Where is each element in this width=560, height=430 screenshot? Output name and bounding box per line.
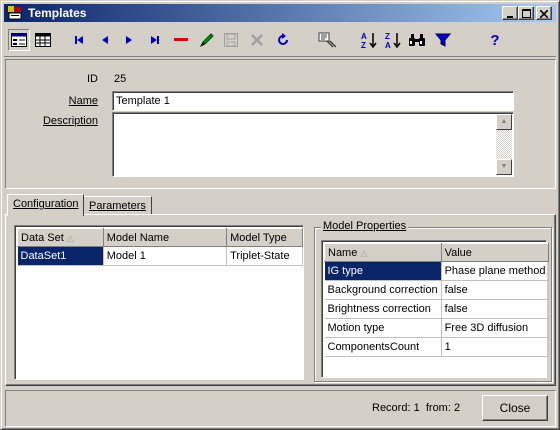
delete-record-icon[interactable] xyxy=(170,29,192,51)
grid-view-icon[interactable] xyxy=(32,29,54,51)
filter-edit-icon[interactable] xyxy=(316,29,338,51)
properties-header-row: Name △ Value xyxy=(324,243,550,262)
model-properties-title: Model Properties xyxy=(321,220,409,232)
properties-grid[interactable]: Name △ Value IG type Phase plane method B… xyxy=(321,240,550,378)
id-label: ID xyxy=(87,73,98,85)
configuration-panel: Data Set △ Model Name Model Type DataSet1… xyxy=(5,214,556,386)
column-header-value[interactable]: Value xyxy=(440,243,550,262)
filter-funnel-icon[interactable] xyxy=(432,29,454,51)
column-header-model-name[interactable]: Model Name xyxy=(102,228,228,247)
tab-parameters[interactable]: Parameters xyxy=(83,196,152,214)
table-cell[interactable]: IG type xyxy=(324,261,442,281)
table-cell[interactable]: DataSet1 xyxy=(17,246,104,266)
description-label: Description xyxy=(42,115,98,127)
minimize-button[interactable] xyxy=(502,6,518,20)
scroll-up-icon[interactable]: ▲ xyxy=(496,114,512,130)
record-label: Record: xyxy=(372,402,411,414)
scroll-down-icon[interactable]: ▼ xyxy=(496,159,512,175)
svg-text:Z: Z xyxy=(361,41,366,49)
tab-configuration[interactable]: Configuration xyxy=(7,194,85,216)
column-header-name[interactable]: Name △ xyxy=(324,243,442,262)
table-row[interactable]: DataSet1 Model 1 Triplet-State xyxy=(17,246,303,266)
table-cell[interactable]: Background correction xyxy=(324,280,442,300)
edit-pencil-icon[interactable] xyxy=(196,29,218,51)
description-field[interactable]: ▲ ▼ xyxy=(112,112,514,177)
table-row[interactable]: Background correction false xyxy=(324,280,550,300)
first-record-icon[interactable] xyxy=(68,29,90,51)
table-cell[interactable]: Model 1 xyxy=(103,246,228,266)
name-field[interactable] xyxy=(112,91,514,111)
table-cell[interactable]: false xyxy=(441,280,550,300)
datasets-table: Data Set △ Model Name Model Type DataSet1… xyxy=(17,228,303,266)
table-row[interactable]: ComponentsCount 1 xyxy=(324,337,550,357)
properties-table: Name △ Value IG type Phase plane method B… xyxy=(324,243,550,357)
table-cell[interactable]: false xyxy=(441,299,550,319)
name-label: Name xyxy=(68,95,98,107)
table-row[interactable]: IG type Phase plane method xyxy=(324,261,550,281)
from-value: 2 xyxy=(453,402,461,414)
last-record-icon[interactable] xyxy=(144,29,166,51)
table-row[interactable]: Motion type Free 3D diffusion xyxy=(324,318,550,338)
model-properties-group: Model Properties Name △ Value IG type Pha… xyxy=(314,220,552,382)
table-cell[interactable]: Phase plane method xyxy=(441,261,550,281)
title-bar[interactable]: Templates xyxy=(4,4,556,22)
table-cell[interactable]: Triplet-State xyxy=(226,246,303,266)
close-button[interactable]: Close xyxy=(482,395,548,421)
record-form: ID 25 Name Description ▲ ▼ xyxy=(5,59,556,189)
close-window-button[interactable] xyxy=(536,6,552,20)
find-binoculars-icon[interactable] xyxy=(406,29,428,51)
templates-window: Templates A Z Z A ? ID 25 Name Template … xyxy=(0,0,560,430)
column-header-dataset[interactable]: Data Set △ xyxy=(17,228,104,247)
table-row[interactable]: Brightness correction false xyxy=(324,299,550,319)
window-title: Templates xyxy=(28,6,87,20)
record-value: 1 xyxy=(413,402,420,414)
sort-ascending-icon[interactable]: AZ xyxy=(358,29,380,51)
svg-text:A: A xyxy=(385,41,391,49)
prev-record-icon[interactable] xyxy=(94,29,116,51)
sort-arrow-icon: △ xyxy=(66,232,74,243)
cancel-edit-icon[interactable] xyxy=(246,29,268,51)
refresh-icon[interactable] xyxy=(272,29,294,51)
table-cell[interactable]: Free 3D diffusion xyxy=(441,318,550,338)
save-icon[interactable] xyxy=(220,29,242,51)
table-cell[interactable]: Brightness correction xyxy=(324,299,442,319)
table-cell[interactable]: ComponentsCount xyxy=(324,337,442,357)
app-icon xyxy=(7,5,23,21)
datasets-grid[interactable]: Data Set △ Model Name Model Type DataSet1… xyxy=(14,225,304,380)
sort-descending-icon[interactable]: ZA xyxy=(382,29,404,51)
form-view-icon[interactable] xyxy=(8,29,30,51)
datasets-header-row: Data Set △ Model Name Model Type xyxy=(17,228,303,247)
toolbar: AZ ZA ? xyxy=(4,25,556,57)
sort-arrow-icon: △ xyxy=(360,247,368,258)
from-label: from: xyxy=(425,402,451,414)
table-cell[interactable]: Motion type xyxy=(324,318,442,338)
record-status: Record: 1 from: 2 xyxy=(372,402,460,414)
svg-text:Z: Z xyxy=(385,32,390,41)
next-record-icon[interactable] xyxy=(118,29,140,51)
column-header-model-type[interactable]: Model Type xyxy=(226,228,303,247)
id-value: 25 xyxy=(114,73,127,85)
status-bar: Record: 1 from: 2 xyxy=(5,390,556,427)
description-scrollbar[interactable]: ▲ ▼ xyxy=(496,114,512,175)
help-icon[interactable]: ? xyxy=(484,29,506,51)
table-cell[interactable]: 1 xyxy=(441,337,550,357)
maximize-button[interactable] xyxy=(518,6,534,20)
svg-text:A: A xyxy=(361,32,367,41)
